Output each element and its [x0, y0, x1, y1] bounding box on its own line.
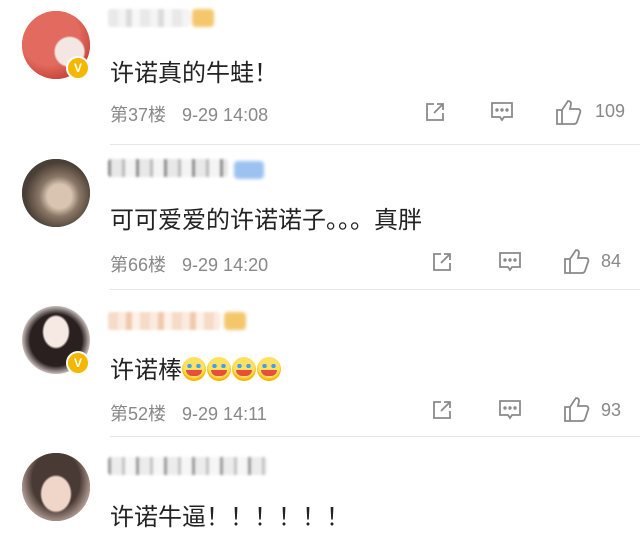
- scream-emoji-icon: [207, 357, 231, 381]
- comment-item: V 许诺真的牛蛙！ 第37楼 9-29 14:08 109: [0, 0, 640, 145]
- comment-text: 许诺棒: [110, 350, 282, 385]
- thumbs-up-icon[interactable]: [562, 394, 592, 424]
- like-count: 84: [601, 251, 622, 271]
- username-obscured[interactable]: [108, 9, 190, 27]
- username-obscured[interactable]: [108, 457, 268, 475]
- verified-badge-icon: V: [66, 56, 90, 80]
- share-icon[interactable]: [423, 100, 447, 124]
- reply-icon[interactable]: [497, 249, 523, 275]
- like-count: 109: [595, 101, 626, 121]
- like-count: 93: [601, 400, 622, 420]
- timestamp: 9-29 14:20: [182, 255, 269, 275]
- share-icon[interactable]: [430, 398, 454, 422]
- comment-text: 许诺真的牛蛙！: [110, 59, 278, 87]
- comment-item: 许诺牛逼！！！！！！: [0, 437, 640, 535]
- comment-text-body: 许诺棒: [110, 356, 182, 384]
- comment-item: 可可爱爱的许诺诺子。。。真胖 第66楼 9-29 14:20 84: [0, 145, 640, 290]
- floor-number: 第37楼: [110, 105, 167, 125]
- comment-meta: 第52楼 9-29 14:11: [110, 400, 267, 426]
- level-icon: [234, 161, 264, 179]
- timestamp: 9-29 14:08: [182, 105, 269, 125]
- verified-badge-icon: V: [66, 351, 90, 375]
- level-icon: [192, 9, 214, 27]
- reply-icon[interactable]: [489, 99, 515, 125]
- floor-number: 第66楼: [110, 255, 167, 275]
- scream-emoji-icon: [232, 357, 256, 381]
- reply-icon[interactable]: [497, 397, 523, 423]
- comment-meta: 第37楼 9-29 14:08: [110, 101, 268, 127]
- share-icon[interactable]: [430, 250, 454, 274]
- comment-text: 可可爱爱的许诺诺子。。。真胖: [110, 206, 422, 234]
- comment-item: V 许诺棒 第52楼 9-29 14:11 93: [0, 290, 640, 437]
- avatar[interactable]: [22, 453, 90, 521]
- username-obscured[interactable]: [108, 159, 228, 177]
- timestamp: 9-29 14:11: [182, 404, 267, 424]
- floor-number: 第52楼: [110, 404, 167, 424]
- avatar[interactable]: [22, 159, 90, 227]
- level-icon: [224, 312, 246, 330]
- scream-emoji-icon: [182, 357, 206, 381]
- comment-meta: 第66楼 9-29 14:20: [110, 251, 268, 277]
- scream-emoji-icon: [257, 357, 281, 381]
- username-obscured[interactable]: [108, 312, 220, 330]
- comment-text: 许诺牛逼！！！！！！: [110, 503, 350, 531]
- thumbs-up-icon[interactable]: [562, 246, 592, 276]
- thumbs-up-icon[interactable]: [554, 97, 584, 127]
